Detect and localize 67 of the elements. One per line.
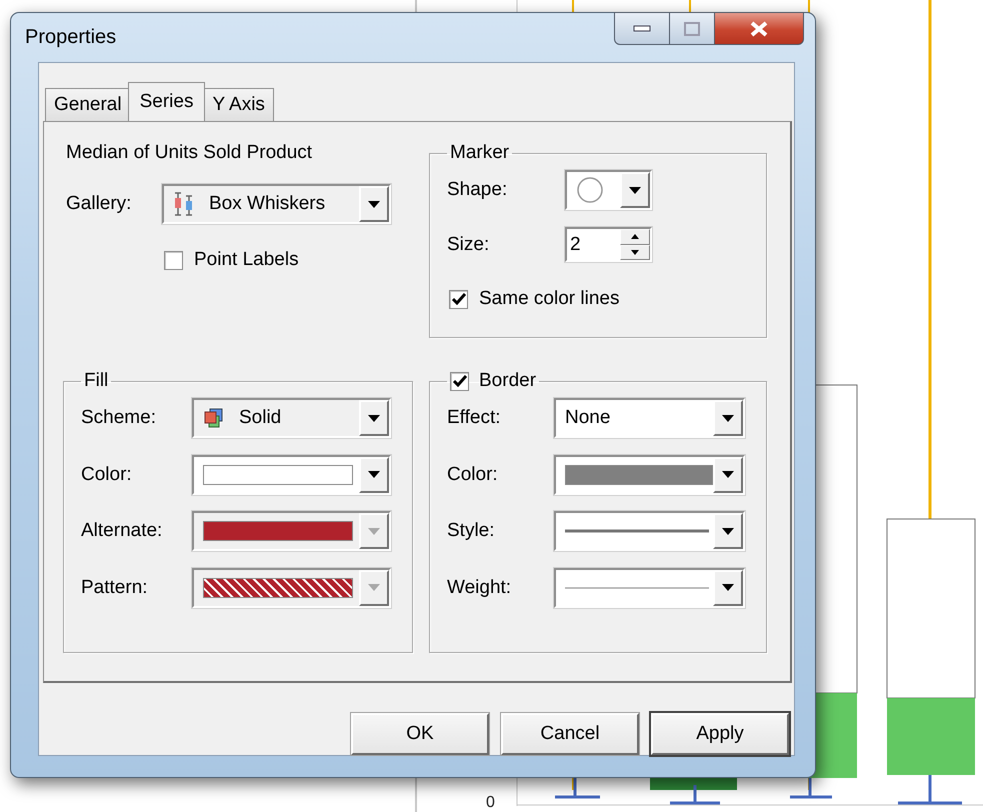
checkbox[interactable] bbox=[164, 250, 183, 270]
dropdown-arrow-icon bbox=[722, 471, 734, 478]
dropdown-arrow-icon bbox=[368, 528, 380, 534]
dropdown[interactable] bbox=[554, 568, 745, 608]
tab[interactable]: Series bbox=[128, 82, 206, 121]
tab[interactable]: General bbox=[45, 88, 131, 121]
checkbox-label: Same color lines bbox=[479, 288, 620, 310]
field-label: Color: bbox=[81, 464, 133, 486]
spin-value: 2 bbox=[569, 234, 581, 256]
whisker-cap bbox=[668, 784, 722, 804]
whisker-cap bbox=[788, 776, 834, 798]
checkmark-icon bbox=[452, 293, 466, 305]
dropdown[interactable]: None bbox=[554, 398, 745, 438]
field-label: Color: bbox=[447, 464, 499, 486]
close-button[interactable] bbox=[715, 12, 804, 45]
group-title: Fill bbox=[83, 370, 110, 392]
dropdown[interactable]: Solid bbox=[192, 398, 391, 438]
dropdown-arrow-icon bbox=[722, 584, 734, 591]
axis-tick-label: 0 bbox=[486, 794, 495, 812]
circle-marker-icon bbox=[576, 176, 604, 204]
dropdown-arrow-icon bbox=[368, 584, 380, 591]
checkmark-icon bbox=[452, 375, 466, 387]
field-label: Gallery: bbox=[66, 193, 132, 215]
dropdown[interactable] bbox=[192, 454, 391, 494]
whisker-cap bbox=[896, 774, 964, 804]
dialog-button[interactable]: OK bbox=[351, 713, 489, 755]
field-label: Alternate: bbox=[81, 520, 164, 542]
dialog-button[interactable]: Cancel bbox=[501, 713, 639, 755]
maximize-button[interactable] bbox=[670, 12, 715, 45]
field-label: Scheme: bbox=[81, 407, 157, 429]
dropdown-arrow-icon bbox=[722, 414, 734, 422]
dropdown[interactable] bbox=[554, 454, 745, 494]
dropdown-arrow-icon bbox=[368, 414, 380, 422]
number-spinner[interactable]: 2 bbox=[565, 227, 652, 262]
minimize-icon bbox=[633, 24, 651, 32]
dropdown-arrow-icon bbox=[368, 471, 380, 478]
dropdown-arrow-icon bbox=[368, 200, 380, 208]
dropdown-arrow-icon bbox=[629, 186, 641, 194]
tab[interactable]: Y Axis bbox=[203, 88, 274, 121]
dropdown[interactable] bbox=[554, 511, 745, 551]
checkbox-label: Point Labels bbox=[194, 249, 299, 271]
checkbox[interactable] bbox=[450, 372, 469, 390]
dropdown-value: None bbox=[565, 407, 610, 429]
field-label: Style: bbox=[447, 520, 496, 542]
field-label: Size: bbox=[447, 234, 490, 256]
field-label: Shape: bbox=[447, 179, 508, 201]
box-whisker-icon bbox=[173, 191, 195, 217]
dialog-button[interactable]: Apply bbox=[651, 713, 789, 755]
field-label: Weight: bbox=[447, 576, 512, 598]
dropdown[interactable]: Box Whiskers bbox=[162, 184, 391, 224]
color-squares-icon bbox=[203, 407, 225, 429]
field-label: Pattern: bbox=[81, 576, 149, 598]
minimize-button[interactable] bbox=[614, 12, 670, 45]
series-name: Median of Units Sold Product bbox=[66, 142, 314, 164]
window-title: Properties bbox=[25, 26, 116, 49]
dropdown[interactable] bbox=[565, 170, 652, 210]
field-label: Effect: bbox=[447, 407, 502, 429]
checkbox-label: Border bbox=[479, 370, 536, 392]
maximize-icon bbox=[684, 22, 700, 36]
group-title: Marker bbox=[449, 142, 510, 164]
checkbox[interactable] bbox=[449, 290, 468, 308]
spin-up-icon bbox=[631, 234, 639, 240]
dropdown-value: Box Whiskers bbox=[209, 193, 326, 215]
spin-down-icon bbox=[631, 250, 639, 255]
close-icon bbox=[749, 20, 769, 36]
dropdown-value: Solid bbox=[239, 407, 282, 429]
dropdown-arrow-icon bbox=[722, 528, 734, 534]
